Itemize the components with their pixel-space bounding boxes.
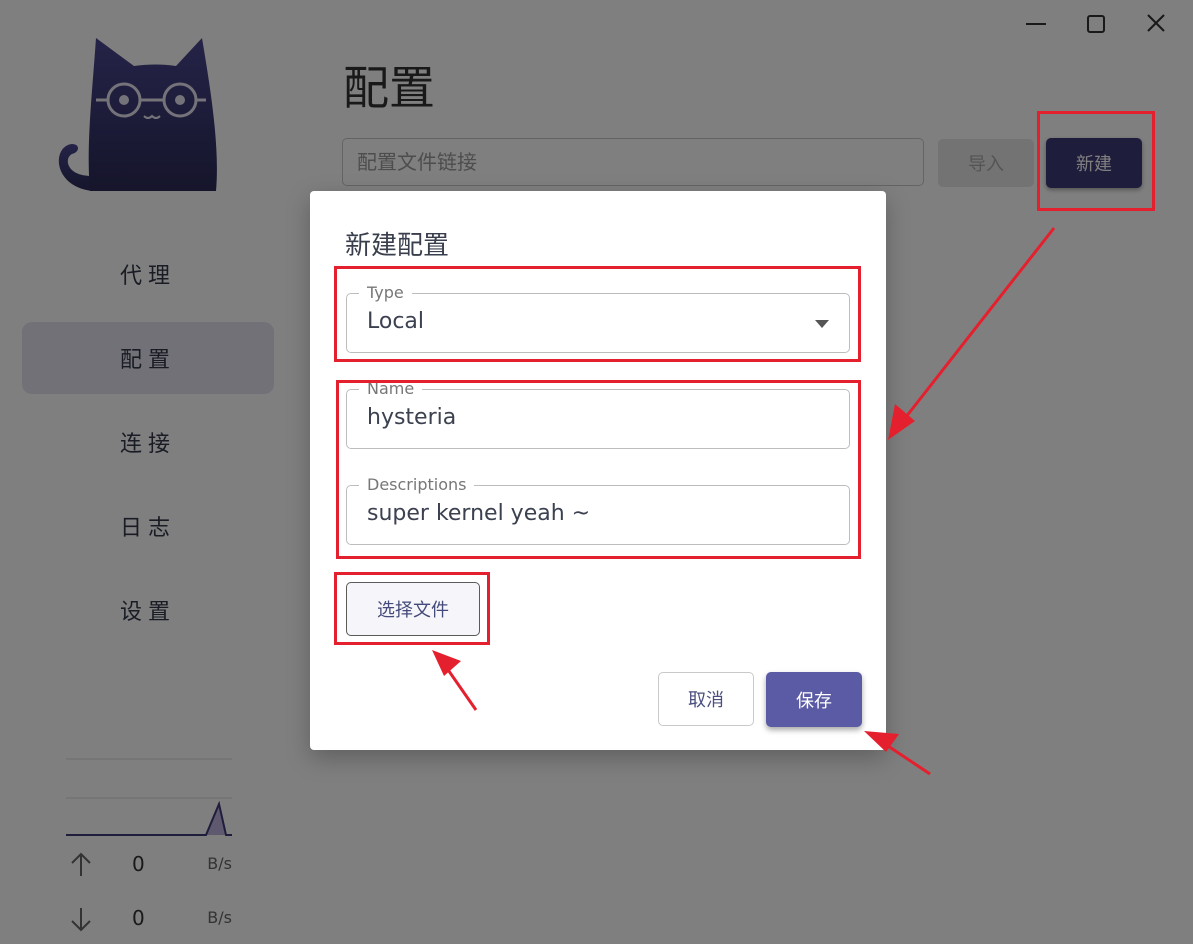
- annotation-arrows: [432, 227, 1056, 776]
- annotation-arrow-to-choose-file: [432, 650, 478, 711]
- annotation-arrow-to-save: [864, 731, 931, 776]
- annotation-arrow-to-fields: [888, 227, 1056, 440]
